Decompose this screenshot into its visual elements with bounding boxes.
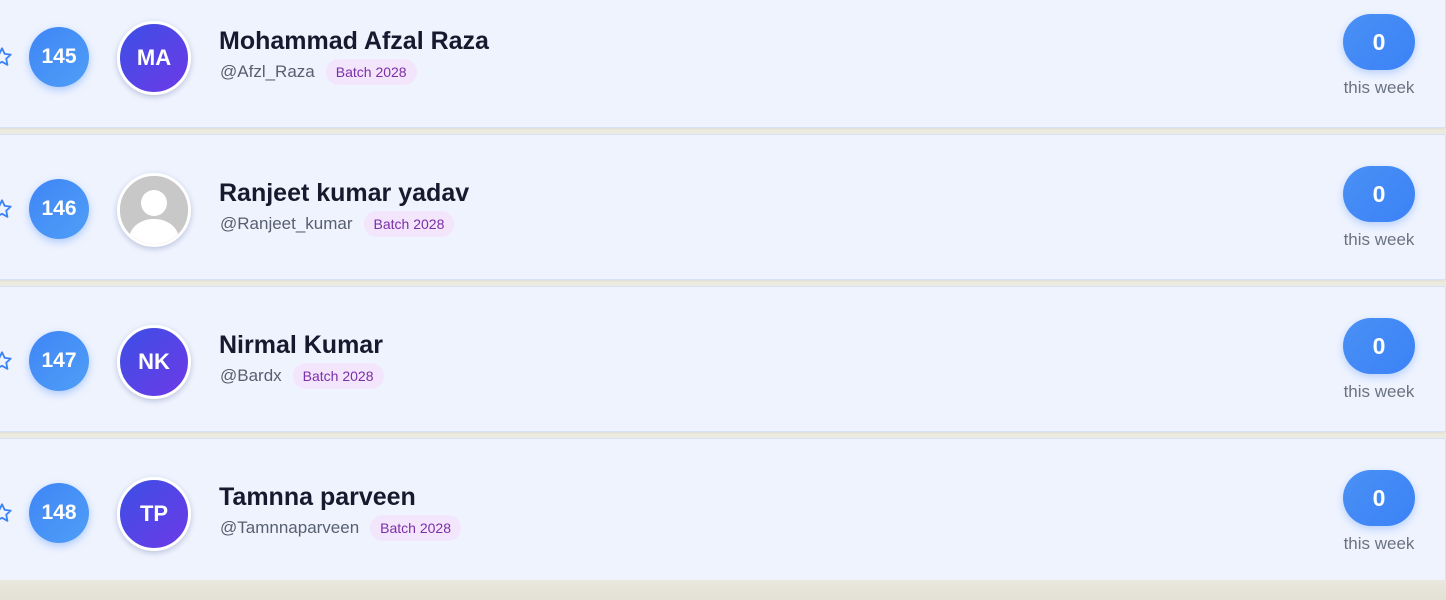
user-meta: @Ranjeet_kumar Batch 2028 bbox=[220, 211, 455, 237]
star-icon[interactable] bbox=[0, 46, 13, 68]
user-silhouette-icon bbox=[120, 176, 188, 244]
default-user-avatar[interactable] bbox=[117, 173, 191, 247]
user-name[interactable]: Mohammad Afzal Raza bbox=[219, 27, 489, 56]
user-meta: @Bardx Batch 2028 bbox=[220, 363, 384, 389]
weekly-count-badge: 0 bbox=[1343, 14, 1415, 70]
rank-badge: 148 bbox=[29, 483, 89, 543]
rank-badge: 145 bbox=[29, 27, 89, 87]
user-handle: @Ranjeet_kumar bbox=[220, 214, 353, 233]
star-icon[interactable] bbox=[0, 350, 13, 372]
period-label: this week bbox=[1343, 534, 1415, 553]
rank-badge: 147 bbox=[29, 331, 89, 391]
user-name[interactable]: Ranjeet kumar yadav bbox=[219, 179, 469, 208]
batch-badge: Batch 2028 bbox=[325, 59, 417, 85]
weekly-count-badge: 0 bbox=[1343, 470, 1415, 526]
batch-badge: Batch 2028 bbox=[292, 363, 384, 389]
leaderboard-row[interactable]: 145 MA Mohammad Afzal Raza @Afzl_Raza Ba… bbox=[0, 0, 1446, 128]
user-handle: @Bardx bbox=[220, 366, 282, 385]
page-background bbox=[0, 580, 1446, 600]
user-handle: @Afzl_Raza bbox=[220, 62, 315, 81]
user-name[interactable]: Tamnna parveen bbox=[219, 483, 416, 512]
batch-badge: Batch 2028 bbox=[363, 211, 455, 237]
period-label: this week bbox=[1343, 230, 1415, 249]
weekly-count-badge: 0 bbox=[1343, 166, 1415, 222]
avatar[interactable]: MA bbox=[117, 21, 191, 95]
leaderboard-row[interactable]: 148 TP Tamnna parveen @Tamnnaparveen Bat… bbox=[0, 438, 1446, 584]
avatar[interactable]: TP bbox=[117, 477, 191, 551]
weekly-count-badge: 0 bbox=[1343, 318, 1415, 374]
batch-badge: Batch 2028 bbox=[370, 515, 462, 541]
user-meta: @Afzl_Raza Batch 2028 bbox=[220, 59, 417, 85]
star-icon[interactable] bbox=[0, 502, 13, 524]
user-handle: @Tamnnaparveen bbox=[220, 518, 360, 537]
leaderboard-row[interactable]: 147 NK Nirmal Kumar @Bardx Batch 2028 0 … bbox=[0, 286, 1446, 432]
period-label: this week bbox=[1343, 382, 1415, 401]
star-icon[interactable] bbox=[0, 198, 13, 220]
leaderboard-row[interactable]: 146 Ranjeet kumar yadav @Ranjeet_kumar B… bbox=[0, 134, 1446, 280]
leaderboard-list: 145 MA Mohammad Afzal Raza @Afzl_Raza Ba… bbox=[0, 0, 1446, 590]
avatar[interactable]: NK bbox=[117, 325, 191, 399]
period-label: this week bbox=[1343, 78, 1415, 97]
user-meta: @Tamnnaparveen Batch 2028 bbox=[220, 515, 462, 541]
rank-badge: 146 bbox=[29, 179, 89, 239]
user-name[interactable]: Nirmal Kumar bbox=[219, 331, 383, 360]
